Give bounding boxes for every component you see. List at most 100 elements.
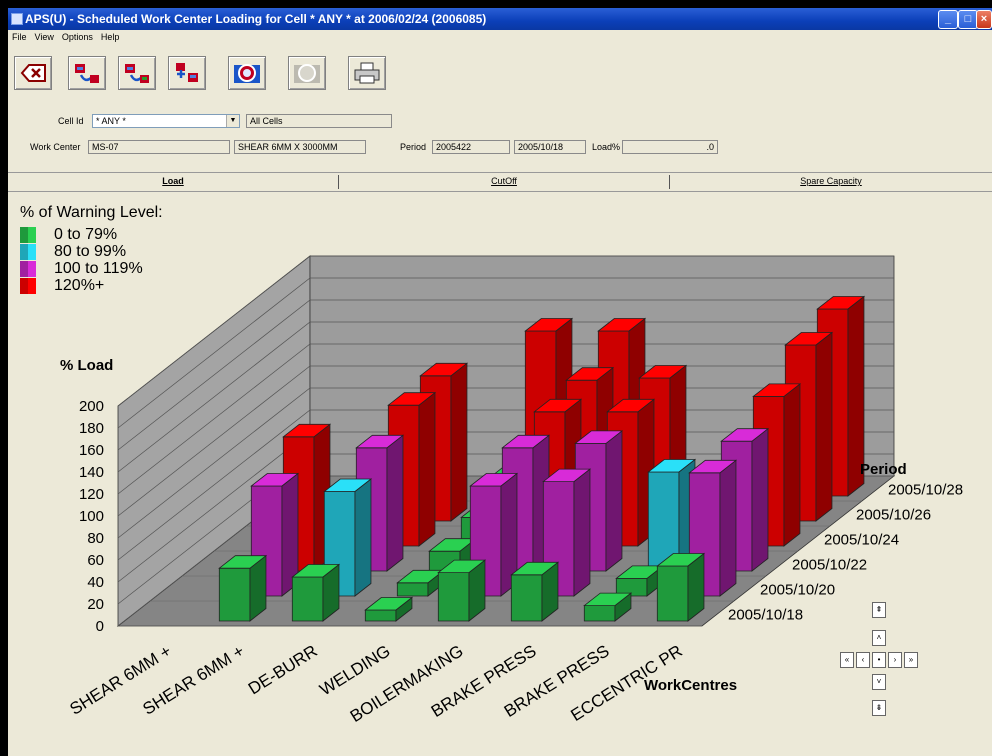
load-prev-icon [75, 64, 99, 83]
title-bar: APS(U) - Scheduled Work Center Loading f… [8, 8, 992, 30]
nav-center-button[interactable]: • [872, 652, 886, 668]
bar [510, 561, 560, 622]
bar-side [783, 383, 801, 547]
bar-side [815, 331, 833, 522]
y-tick-label: 20 [87, 596, 104, 613]
bar [437, 559, 487, 622]
work-center-description-text: SHEAR 6MM X 3000MM [238, 142, 338, 152]
cell-description: All Cells [246, 114, 392, 128]
period-label: Period [400, 142, 427, 152]
bar-side [573, 468, 591, 597]
bar-side [751, 427, 769, 572]
cell-id-select[interactable]: * ANY * ▼ [92, 114, 240, 128]
bar-side [386, 434, 404, 572]
nav-first-button[interactable]: « [840, 652, 854, 668]
delete-button[interactable] [14, 56, 52, 90]
period-date-value: 2005/10/18 [518, 142, 564, 152]
print-button[interactable] [348, 56, 386, 90]
period-tick-label: 2005/10/24 [824, 532, 899, 549]
zoom-disabled-icon [294, 64, 320, 83]
y-tick-label: 160 [79, 442, 104, 459]
tab-spare-capacity[interactable]: Spare Capacity [670, 176, 992, 186]
bar [656, 552, 706, 622]
period-tick-label: 2005/10/26 [856, 507, 931, 524]
bar-side [354, 478, 372, 597]
bar-side [719, 459, 737, 597]
bar [291, 563, 341, 622]
y-tick-label: 60 [87, 552, 104, 569]
bar-front [656, 565, 689, 622]
add-work-center-button[interactable] [168, 56, 206, 90]
load-next-button[interactable] [118, 56, 156, 90]
tab-bar: Load CutOff Spare Capacity [8, 172, 992, 192]
bar-side [605, 430, 623, 572]
maximize-icon[interactable]: □ [958, 10, 978, 29]
tab-cutoff[interactable]: CutOff [339, 176, 669, 186]
period-date-field: 2005/10/18 [514, 140, 586, 154]
load-next-icon [125, 64, 149, 83]
tab-load[interactable]: Load [8, 176, 338, 186]
work-center-description: SHEAR 6MM X 3000MM [234, 140, 366, 154]
menu-file[interactable]: File [8, 30, 31, 42]
y-tick-label: 80 [87, 530, 104, 547]
y-tick-label: 40 [87, 574, 104, 591]
window-title: APS(U) - Scheduled Work Center Loading f… [25, 12, 487, 26]
y-tick-label: 180 [79, 420, 104, 437]
menu-options[interactable]: Options [58, 30, 97, 42]
nav-top-button[interactable]: ⇞ [872, 602, 886, 618]
bar-front [364, 609, 397, 622]
period-field[interactable]: 2005422 [432, 140, 510, 154]
toolbar [8, 46, 992, 110]
chart-area: % of Warning Level: 0 to 79% 80 to 99% 100… [8, 192, 992, 756]
x-tick-label: DE-BURR [245, 641, 321, 698]
bar-front [583, 605, 616, 622]
bar-front [396, 582, 429, 597]
y-tick-label: 140 [79, 464, 104, 481]
period-axis-label: Period [860, 461, 907, 478]
zoom-chart-icon [234, 64, 260, 83]
app-window: APS(U) - Scheduled Work Center Loading f… [8, 8, 992, 756]
bar-front [218, 567, 251, 622]
load-percent-field: .0 [622, 140, 718, 154]
nav-bottom-button[interactable]: ⇟ [872, 700, 886, 716]
cell-id-value: * ANY * [96, 116, 126, 126]
y-tick-label: 120 [79, 486, 104, 503]
y-tick-label: 0 [96, 618, 104, 635]
y-axis-label: % Load [60, 357, 113, 374]
bar-front [510, 574, 543, 622]
work-center-field[interactable]: MS-07 [88, 140, 230, 154]
work-center-label: Work Center [30, 142, 81, 152]
load-prev-button[interactable] [68, 56, 106, 90]
menu-view[interactable]: View [31, 30, 58, 42]
nav-up-button[interactable]: ˄ [872, 630, 886, 646]
load-percent-label: Load% [592, 142, 621, 152]
period-tick-label: 2005/10/18 [728, 607, 803, 624]
nav-last-button[interactable]: » [904, 652, 918, 668]
period-value: 2005422 [436, 142, 472, 152]
bar-front [291, 576, 324, 622]
x-axis-label: WorkCentres [644, 677, 737, 694]
nav-prev-button[interactable]: ‹ [856, 652, 870, 668]
zoom-chart-button[interactable] [228, 56, 266, 90]
add-work-center-icon [176, 63, 198, 82]
nav-down-button[interactable]: ˅ [872, 674, 886, 690]
menu-bar: File View Options Help [8, 30, 992, 46]
app-icon [11, 13, 23, 25]
bar-side [450, 362, 468, 522]
zoom-disabled-button[interactable] [288, 56, 326, 90]
print-icon [354, 62, 380, 84]
menu-help[interactable]: Help [97, 30, 124, 42]
delete-icon [20, 64, 46, 82]
cell-id-label: Cell Id [58, 116, 84, 126]
bar [218, 554, 268, 622]
bar-front [437, 572, 470, 622]
chevron-down-icon[interactable]: ▼ [226, 115, 239, 127]
y-tick-label: 200 [79, 398, 104, 415]
period-tick-label: 2005/10/20 [760, 582, 835, 599]
nav-next-button[interactable]: › [888, 652, 902, 668]
bar-side [418, 391, 436, 547]
minimize-icon[interactable]: _ [938, 10, 958, 29]
close-icon[interactable]: × [976, 10, 992, 29]
period-tick-label: 2005/10/28 [888, 482, 963, 499]
y-tick-label: 100 [79, 508, 104, 525]
